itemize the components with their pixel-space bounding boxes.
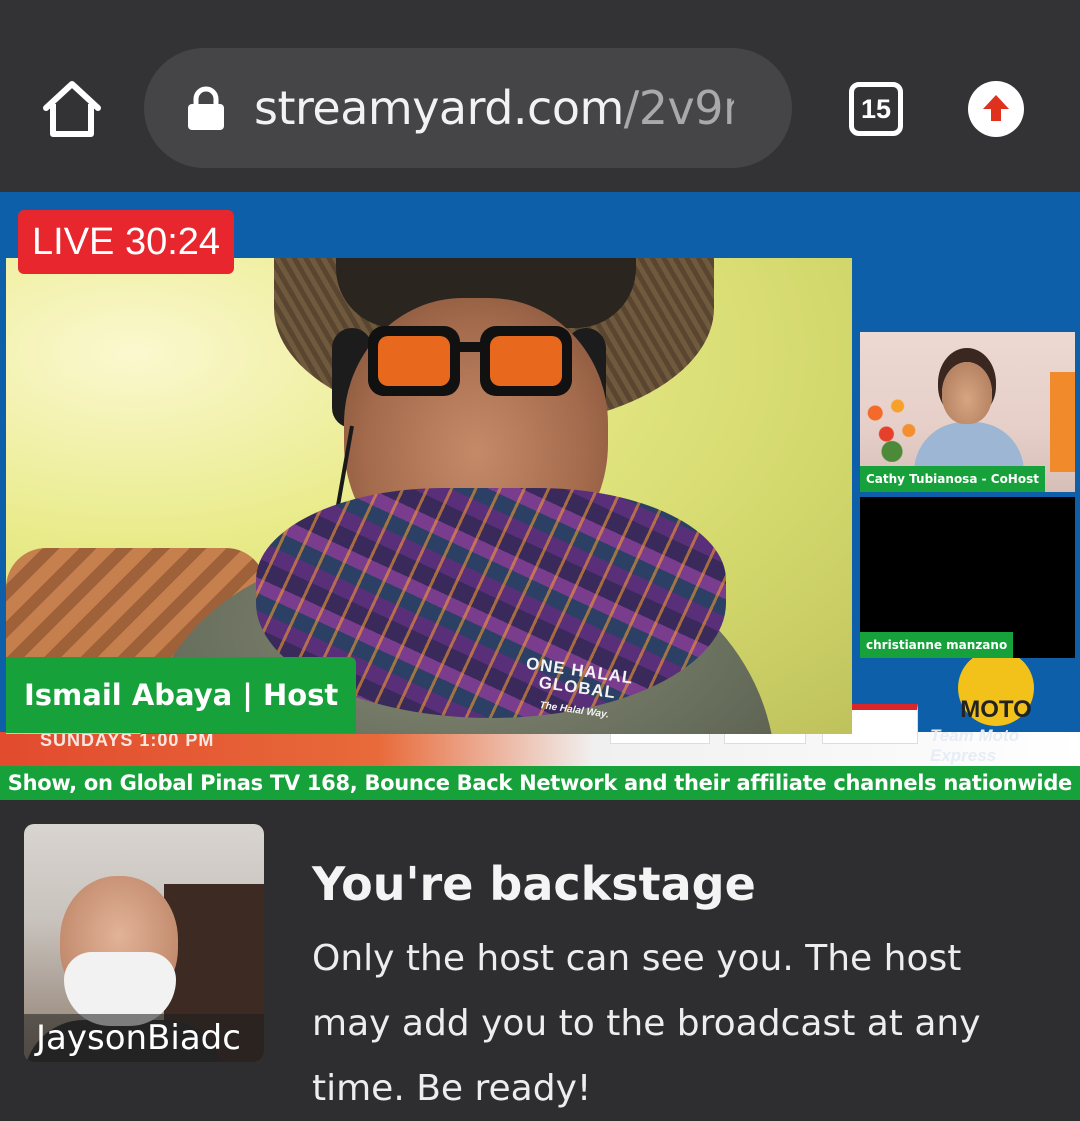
lock-icon[interactable]	[186, 86, 226, 130]
url-domain: streamyard.com	[254, 81, 624, 135]
ticker-text: Show, on Global Pinas TV 168, Bounce Bac…	[7, 771, 1073, 795]
sponsor-caption: Team Moto Express	[930, 726, 1020, 765]
moto-logo: MOTO	[958, 650, 1034, 726]
self-camera-preview[interactable]: JaysonBiadc	[24, 824, 264, 1062]
host-name-label: Ismail Abaya | Host	[6, 657, 357, 733]
window-curtain	[1050, 372, 1075, 472]
cohost-name-label: Cathy Tubianosa - CoHost	[860, 466, 1045, 492]
self-name-label: JaysonBiadc	[24, 1014, 264, 1062]
url-path: /2v9m	[623, 81, 734, 135]
cohost-face	[942, 362, 992, 424]
backstage-title: You're backstage	[312, 857, 756, 911]
sunglasses	[368, 326, 572, 396]
home-icon[interactable]	[40, 78, 104, 142]
address-bar[interactable]: streamyard.com/2v9m	[144, 48, 792, 168]
upload-arrow-icon[interactable]	[968, 81, 1024, 137]
url-text[interactable]: streamyard.com/2v9m	[254, 78, 734, 138]
guest-name-label: christianne manzano	[860, 632, 1014, 658]
tab-switcher-button[interactable]: 15	[849, 82, 903, 136]
scrolling-ticker: Show, on Global Pinas TV 168, Bounce Bac…	[0, 766, 1080, 800]
live-timer-badge: LIVE 30:24	[18, 210, 235, 274]
browser-toolbar: streamyard.com/2v9m 15	[0, 0, 1080, 192]
flowers	[864, 392, 920, 462]
backstage-message: Only the host can see you. The host may …	[312, 938, 981, 1109]
